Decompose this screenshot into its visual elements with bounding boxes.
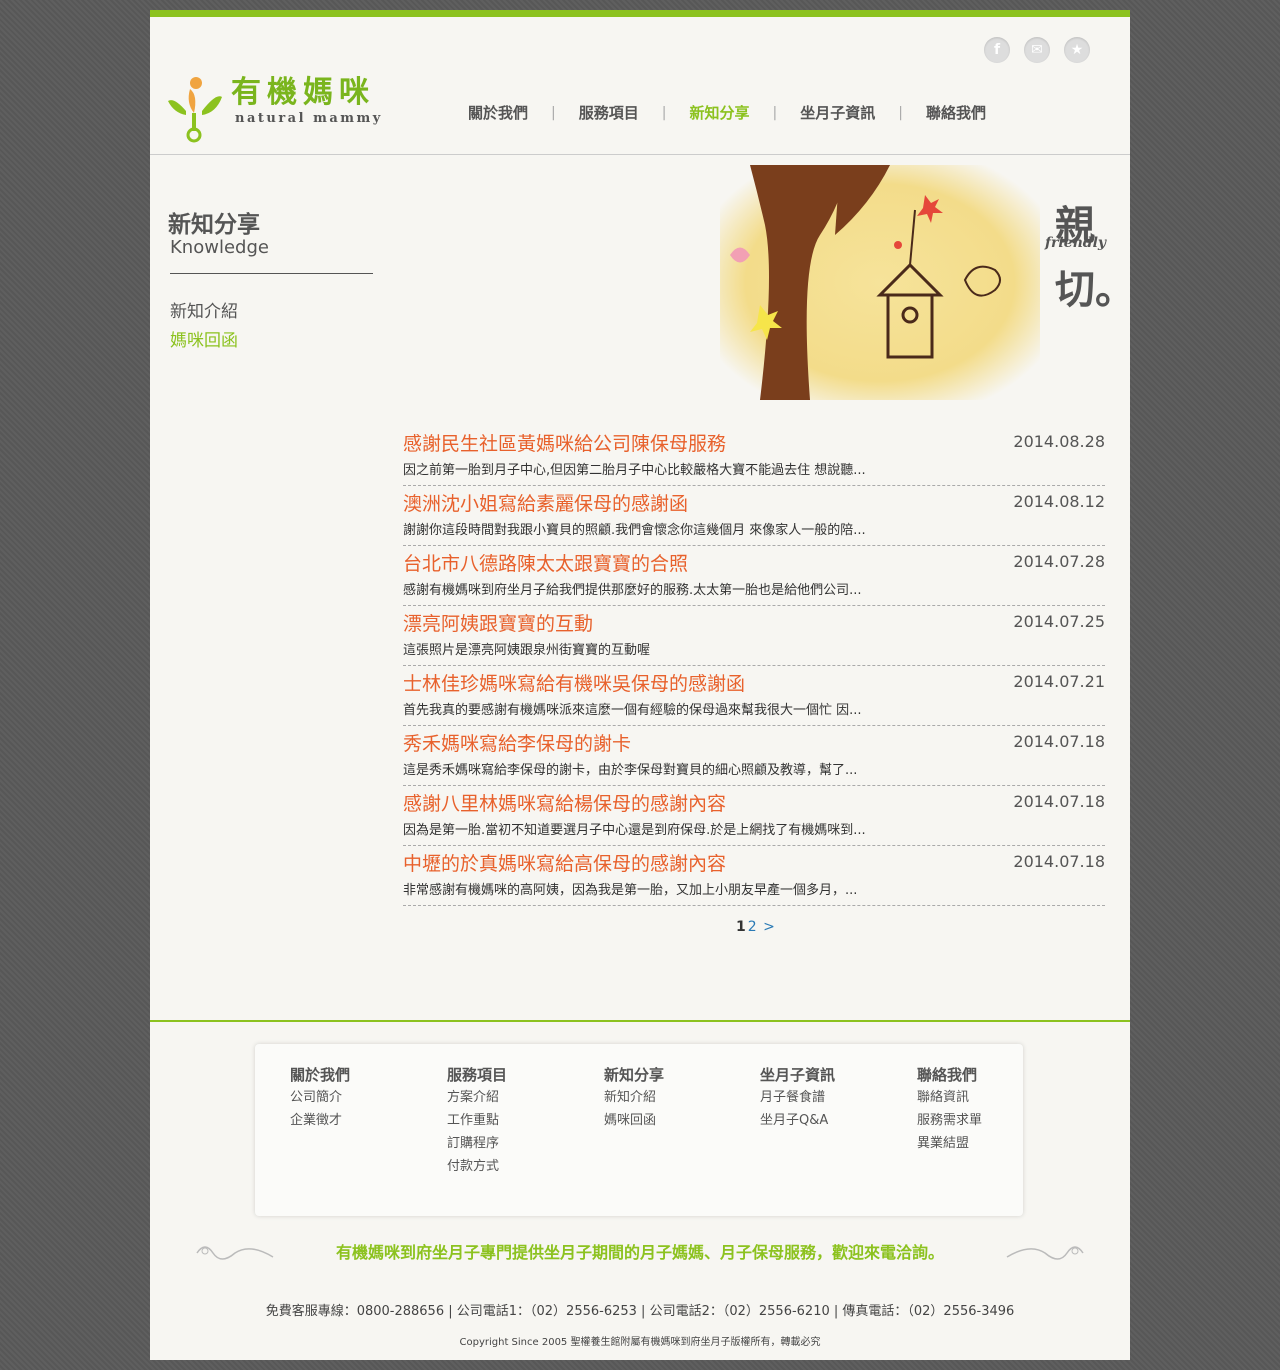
- news-title[interactable]: 漂亮阿姨跟寶寶的互動: [403, 609, 593, 636]
- news-date: 2014.07.25: [1013, 612, 1105, 631]
- news-excerpt: 感謝有機媽咪到府坐月子給我們提供那麼好的服務.太太第一胎也是給他們公司...: [403, 583, 862, 598]
- news-excerpt: 首先我真的要感謝有機媽咪派來這麼一個有經驗的保母過來幫我很大一個忙 因...: [403, 703, 862, 718]
- footer-column-contact: 聯絡我們 聯絡資訊 服務需求單 異業結盟: [917, 1064, 982, 1155]
- nav-item-contact[interactable]: 聯絡我們: [903, 103, 1009, 123]
- banner-char-kind: 切。: [1055, 266, 1135, 313]
- list-item[interactable]: 感謝八里林媽咪寫給楊保母的感謝內容 2014.07.18 因為是第一胎.當初不知…: [403, 787, 1105, 846]
- footer-column-postpartum: 坐月子資訊 月子餐食譜 坐月子Q&A: [760, 1064, 835, 1132]
- footer-link[interactable]: 訂購程序: [447, 1132, 507, 1155]
- nav-item-services[interactable]: 服務項目: [556, 103, 662, 123]
- tree-illustration: [720, 165, 1040, 400]
- news-excerpt: 這是秀禾媽咪寫給李保母的謝卡，由於李保母對寶貝的細心照顧及教導，幫了...: [403, 763, 858, 778]
- sidebar-item-knowledge-intro[interactable]: 新知介紹: [170, 297, 238, 322]
- star-icon[interactable]: ★: [1064, 37, 1090, 63]
- list-item[interactable]: 台北市八德路陳太太跟寶寶的合照 2014.07.28 感謝有機媽咪到府坐月子給我…: [403, 547, 1105, 606]
- social-links: f ✉ ★: [984, 37, 1090, 63]
- footer-link[interactable]: 服務需求單: [917, 1109, 982, 1132]
- news-title[interactable]: 士林佳珍媽咪寫給有機咪吳保母的感謝函: [403, 669, 745, 696]
- footer-link[interactable]: 付款方式: [447, 1155, 507, 1178]
- list-item[interactable]: 感謝民生社區黃媽咪給公司陳保母服務 2014.08.28 因之前第一胎到月子中心…: [403, 427, 1105, 486]
- list-item[interactable]: 士林佳珍媽咪寫給有機咪吳保母的感謝函 2014.07.21 首先我真的要感謝有機…: [403, 667, 1105, 726]
- site-logo[interactable]: 有機媽咪 natural mammy: [168, 75, 383, 145]
- news-list: 感謝民生社區黃媽咪給公司陳保母服務 2014.08.28 因之前第一胎到月子中心…: [403, 427, 1105, 907]
- hero-banner: 親 friendly 切。: [720, 165, 1135, 400]
- sidebar-title: 新知分享: [168, 212, 260, 238]
- page-container: f ✉ ★ 有機媽咪 natural mammy 關於我們 | 服務項目 | 新…: [150, 10, 1135, 1360]
- news-excerpt: 因之前第一胎到月子中心,但因第二胎月子中心比較嚴格大寶不能過去住 想說聽...: [403, 463, 866, 478]
- list-item[interactable]: 漂亮阿姨跟寶寶的互動 2014.07.25 這張照片是漂亮阿姨跟泉州街寶寶的互動…: [403, 607, 1105, 666]
- sidebar-divider: [170, 273, 373, 274]
- page-link-2[interactable]: 2: [748, 919, 757, 935]
- news-date: 2014.07.18: [1013, 732, 1105, 751]
- footer-divider: [150, 1020, 1130, 1022]
- main-nav: 關於我們 | 服務項目 | 新知分享 | 坐月子資訊 | 聯絡我們: [445, 103, 1009, 123]
- news-date: 2014.07.28: [1013, 552, 1105, 571]
- news-excerpt: 謝謝你這段時間對我跟小寶貝的照顧.我們會懷念你這幾個月 來像家人一般的陪...: [403, 523, 866, 538]
- footer-contact-info: 免費客服專線：0800-288656 | 公司電話1：（02）2556-6253…: [265, 1304, 1015, 1319]
- news-date: 2014.08.28: [1013, 432, 1105, 451]
- list-item[interactable]: 中壢的於真媽咪寫給高保母的感謝內容 2014.07.18 非常感謝有機媽咪的高阿…: [403, 847, 1105, 906]
- footer-link[interactable]: 媽咪回函: [604, 1109, 664, 1132]
- news-title[interactable]: 秀禾媽咪寫給李保母的謝卡: [403, 729, 631, 756]
- footer-column-services: 服務項目 方案介紹 工作重點 訂購程序 付款方式: [447, 1064, 507, 1178]
- footer-link[interactable]: 月子餐食譜: [760, 1086, 835, 1109]
- logo-english-text: natural mammy: [235, 111, 383, 126]
- footer-slogan: 有機媽咪到府坐月子專門提供坐月子期間的月子媽媽、月子保母服務，歡迎來電洽詢。: [335, 1243, 944, 1262]
- mail-icon[interactable]: ✉: [1024, 37, 1050, 63]
- footer-column-knowledge: 新知分享 新知介紹 媽咪回函: [604, 1064, 664, 1132]
- footer-link[interactable]: 方案介紹: [447, 1086, 507, 1109]
- next-page-link[interactable]: >: [763, 919, 775, 935]
- footer-heading[interactable]: 服務項目: [447, 1064, 507, 1086]
- footer-heading[interactable]: 坐月子資訊: [760, 1064, 835, 1086]
- footer-link[interactable]: 企業徵才: [290, 1109, 350, 1132]
- footer-link[interactable]: 聯絡資訊: [917, 1086, 982, 1109]
- nav-item-postpartum-info[interactable]: 坐月子資訊: [777, 103, 898, 123]
- footer-link[interactable]: 工作重點: [447, 1109, 507, 1132]
- sidebar-subtitle: Knowledge: [170, 237, 269, 258]
- footer-link[interactable]: 坐月子Q&A: [760, 1109, 835, 1132]
- footer-heading[interactable]: 聯絡我們: [917, 1064, 982, 1086]
- list-item[interactable]: 澳洲沈小姐寫給素麗保母的感謝函 2014.08.12 謝謝你這段時間對我跟小寶貝…: [403, 487, 1105, 546]
- news-date: 2014.07.18: [1013, 792, 1105, 811]
- footer-sitemap: 關於我們 公司簡介 企業徵才 服務項目 方案介紹 工作重點 訂購程序 付款方式 …: [255, 1044, 1023, 1216]
- news-title[interactable]: 台北市八德路陳太太跟寶寶的合照: [403, 549, 688, 576]
- news-title[interactable]: 中壢的於真媽咪寫給高保母的感謝內容: [403, 849, 726, 876]
- news-date: 2014.07.18: [1013, 852, 1105, 871]
- footer-link[interactable]: 異業結盟: [917, 1132, 982, 1155]
- news-excerpt: 因為是第一胎.當初不知道要選月子中心還是到府保母.於是上網找了有機媽咪到...: [403, 823, 866, 838]
- sidebar-item-mommy-letters[interactable]: 媽咪回函: [170, 326, 238, 351]
- right-flourish-icon: [1006, 1246, 1084, 1260]
- footer-heading[interactable]: 關於我們: [290, 1064, 350, 1086]
- news-date: 2014.08.12: [1013, 492, 1105, 511]
- footer-heading[interactable]: 新知分享: [604, 1064, 664, 1086]
- list-item[interactable]: 秀禾媽咪寫給李保母的謝卡 2014.07.18 這是秀禾媽咪寫給李保母的謝卡，由…: [403, 727, 1105, 786]
- banner-friendly-text: friendly: [1045, 235, 1107, 251]
- footer-copyright: Copyright Since 2005 聖權養生館附屬有機媽咪到府坐月子版權所…: [459, 1337, 821, 1348]
- facebook-icon[interactable]: f: [984, 37, 1010, 63]
- footer-link[interactable]: 新知介紹: [604, 1086, 664, 1109]
- nav-item-knowledge[interactable]: 新知分享: [666, 103, 772, 123]
- news-date: 2014.07.21: [1013, 672, 1105, 691]
- news-excerpt: 這張照片是漂亮阿姨跟泉州街寶寶的互動喔: [403, 643, 651, 658]
- footer-column-about: 關於我們 公司簡介 企業徵才: [290, 1064, 350, 1132]
- current-page: 1: [736, 919, 746, 935]
- news-title[interactable]: 感謝民生社區黃媽咪給公司陳保母服務: [403, 429, 726, 456]
- header-divider: [150, 154, 1130, 155]
- logo-sprout-icon: [168, 75, 223, 145]
- nav-item-about[interactable]: 關於我們: [445, 103, 551, 123]
- news-title[interactable]: 澳洲沈小姐寫給素麗保母的感謝函: [403, 489, 688, 516]
- footer-link[interactable]: 公司簡介: [290, 1086, 350, 1109]
- news-title[interactable]: 感謝八里林媽咪寫給楊保母的感謝內容: [403, 789, 726, 816]
- footer-slogan-area: 有機媽咪到府坐月子專門提供坐月子期間的月子媽媽、月子保母服務，歡迎來電洽詢。: [195, 1237, 1085, 1277]
- pagination: 12 >: [736, 919, 775, 935]
- logo-chinese-text: 有機媽咪: [231, 75, 375, 110]
- news-excerpt: 非常感謝有機媽咪的高阿姨，因為我是第一胎，又加上小朋友早產一個多月，...: [403, 883, 858, 898]
